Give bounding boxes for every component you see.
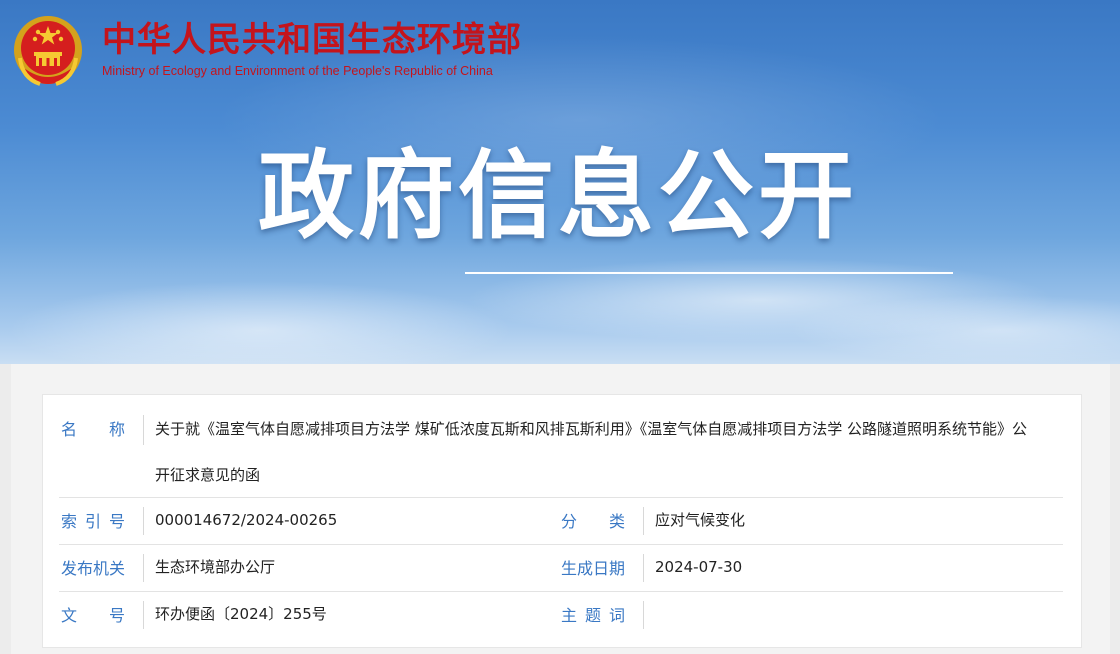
index-value: 000014672/2024-00265 xyxy=(155,511,338,529)
topic-label: 主题词 xyxy=(561,606,634,625)
hero-title: 政府信息公开 xyxy=(258,140,858,252)
row-divider xyxy=(143,415,144,445)
doc-no-value: 环办便函〔2024〕255号 xyxy=(155,605,327,623)
row-divider xyxy=(143,601,144,629)
hero-underline xyxy=(465,272,953,274)
header-banner: 中华人民共和国生态环境部 Ministry of Ecology and Env… xyxy=(0,0,1120,364)
info-row-name: 名称 关于就《温室气体自愿减排项目方法学 煤矿低浓度瓦斯和风排瓦斯利用》《温室气… xyxy=(59,395,1063,498)
publisher-value: 生态环境部办公厅 xyxy=(155,558,276,576)
row-divider xyxy=(143,554,144,582)
name-value: 关于就《温室气体自愿减排项目方法学 煤矿低浓度瓦斯和风排瓦斯利用》《温室气体自愿… xyxy=(155,420,1028,484)
info-row-docno: 文号 环办便函〔2024〕255号 主题词 xyxy=(59,591,1063,641)
national-emblem-icon xyxy=(14,16,82,86)
row-divider xyxy=(143,507,144,535)
info-row-publisher: 发布机关 生态环境部办公厅 生成日期 2024-07-30 xyxy=(59,544,1063,592)
site-subtitle: Ministry of Ecology and Environment of t… xyxy=(102,64,493,78)
row-divider xyxy=(643,507,644,535)
date-label: 生成日期 xyxy=(561,559,626,578)
index-label: 索引号 xyxy=(61,512,134,531)
publisher-label: 发布机关 xyxy=(61,559,126,578)
site-title: 中华人民共和国生态环境部 xyxy=(102,20,522,60)
category-value: 应对气候变化 xyxy=(655,511,746,529)
document-info-card: 名称 关于就《温室气体自愿减排项目方法学 煤矿低浓度瓦斯和风排瓦斯利用》《温室气… xyxy=(42,394,1082,648)
row-divider xyxy=(643,554,644,582)
info-row-index: 索引号 000014672/2024-00265 分类 应对气候变化 xyxy=(59,497,1063,545)
row-divider xyxy=(643,601,644,629)
date-value: 2024-07-30 xyxy=(655,558,743,576)
